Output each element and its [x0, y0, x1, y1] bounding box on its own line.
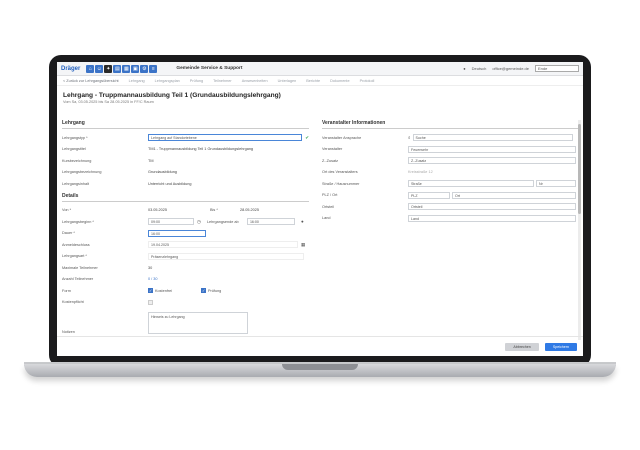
section-heading-lehrgang: Lehrgang [62, 120, 309, 129]
field-label: Lehrgangstyp * [62, 135, 88, 140]
footer-bar: Abbrechen Speichern [57, 336, 583, 356]
field-label: Ort des Veranstalters [322, 170, 358, 175]
section-heading-veranstalter: Veranstalter Informationen [322, 120, 579, 129]
training-icon[interactable]: ✦ [104, 64, 113, 73]
nav-item[interactable]: Dokumente [330, 79, 349, 83]
lehrgangsart-select[interactable]: Präsenzlehrgang [148, 252, 304, 260]
field-label: Dauer * [62, 231, 75, 236]
logo: Dräger [61, 65, 81, 72]
field-value: TM1 - Truppmannausbildung Teil 1 Grundau… [148, 147, 254, 152]
folder-icon[interactable]: ▤ [113, 64, 122, 73]
beginn-time-input[interactable]: 09:00 [148, 218, 194, 226]
left-column: Lehrgang Lehrgangstyp * Lehrgang auf Sta… [62, 120, 309, 334]
von-date[interactable]: 03.05.2025 [148, 208, 210, 212]
right-column: Veranstalter Informationen Veranstalter … [322, 120, 579, 224]
top-bar: Dräger ⌂ ☺ ✦ ▤ ▦ ▣ ⚙ ≡ Gemeinde Service … [57, 62, 583, 76]
field-label: Von * [62, 208, 72, 213]
field-label: Kursbezeichnung [62, 158, 92, 163]
hausnummer-input[interactable]: Nr [536, 180, 576, 188]
checkbox-label: Kostenfrei [155, 288, 173, 293]
user-email: office@gemeinde.de [492, 66, 529, 71]
document-icon[interactable]: ▦ [122, 64, 131, 73]
nav-item[interactable]: Teilnehmer [213, 79, 232, 83]
field-label: Maximale Teilnehmer [62, 265, 98, 270]
anmeldeschluss-input[interactable]: 19.04.2025 [148, 241, 298, 249]
back-link[interactable]: < Zurück zur Lehrgangsübersicht [63, 79, 119, 83]
nav-item[interactable]: Lehrgang [129, 79, 145, 83]
lehrgangstyp-select[interactable]: Lehrgang auf Standortebene [148, 134, 303, 142]
dauer-input[interactable]: 16:00 [148, 229, 206, 237]
sub-navigation: < Zurück zur Lehrgangsübersicht Lehrgang… [57, 76, 583, 86]
page-subtitle: Vom Sa, 03.05.2025 bis Sa 28.05.2025 in … [63, 100, 154, 104]
nav-item[interactable]: Lehrgangsplan [155, 79, 180, 83]
field-label: Kostenpflicht [62, 300, 84, 305]
user-icon[interactable]: ● [463, 66, 465, 71]
save-button[interactable]: Speichern [544, 342, 577, 351]
nav-item[interactable]: Unterlagen [278, 79, 297, 83]
home-icon[interactable]: ⌂ [86, 64, 95, 73]
veranstalter-search-input[interactable]: Suche [412, 134, 573, 142]
field-label: PLZ / Ort [322, 193, 338, 198]
field-label: Anmeldeschluss [62, 242, 90, 247]
field-label: Notizen [62, 330, 75, 334]
field-label: Ortsteil [322, 204, 335, 209]
kostenpflicht-checkbox[interactable] [148, 299, 153, 305]
nav-item[interactable]: Prüfung [190, 79, 203, 83]
field-value: Unterricht und Ausbildung [148, 181, 192, 186]
nav-item[interactable]: Protokoll [360, 79, 375, 83]
menu-icon[interactable]: ≡ [149, 64, 158, 73]
laptop-notch [282, 364, 358, 370]
language-select[interactable]: Ende [535, 65, 579, 72]
land-input[interactable]: Land [408, 214, 576, 222]
nav-item[interactable]: Anwesenheiten [242, 79, 268, 83]
settings-icon[interactable]: ⚙ [140, 64, 149, 73]
kostenfrei-checkbox[interactable]: ✓ [148, 288, 153, 294]
field-label: Lehrgangstitel [62, 147, 86, 152]
veranstalter-input[interactable]: Feuerwehr [408, 145, 576, 153]
check-icon: ✔ [305, 134, 309, 140]
plz-input[interactable]: PLZ [408, 191, 450, 199]
language-label: Deutsch [471, 66, 487, 71]
people-icon[interactable]: ☺ [95, 64, 104, 73]
field-label: Z.-Zusatz [322, 158, 339, 163]
field-label: Lehrgangsart * [62, 254, 87, 259]
field-label: Veranstalter Ansprache [322, 135, 362, 140]
zusatz-input[interactable]: Z.-Zusatz [408, 157, 576, 165]
field-label: Anzahl Teilnehmer [62, 277, 94, 282]
bis-date[interactable]: 28.05.2025 [240, 208, 259, 212]
app-screen: Dräger ⌂ ☺ ✦ ▤ ▦ ▣ ⚙ ≡ Gemeinde Service … [57, 62, 583, 356]
field-label: Veranstalter [322, 147, 343, 152]
anzahl-teilnehmer-value: 0 / 30 [148, 277, 158, 282]
max-teilnehmer-value[interactable]: 30 [148, 266, 152, 270]
strasse-input[interactable]: Straße [408, 180, 534, 188]
app-title: Gemeinde Service & Support [176, 66, 243, 71]
field-label: Lehrgangsbezeichnung [62, 170, 102, 175]
field-value: TM [148, 158, 154, 163]
checkbox-label: Prüfung [208, 288, 222, 293]
info-icon[interactable]: ● [301, 219, 304, 224]
scrollbar-thumb[interactable] [578, 124, 581, 214]
ort-veranstalter-value[interactable]: Kreisstraße 12 [408, 170, 433, 174]
ende-time-input[interactable]: 16:00 [246, 218, 295, 226]
calendar-icon[interactable]: ▦ [301, 242, 305, 248]
ortsteil-input[interactable]: Ortsteil [408, 203, 576, 211]
field-label: Bis * [210, 208, 218, 213]
field-value: Grundausbildung [148, 170, 177, 175]
nav-item[interactable]: Berichte [306, 79, 320, 83]
notizen-textarea[interactable]: Hinweis zu Lehrgang [148, 312, 248, 334]
ort-input[interactable]: Ort [452, 191, 576, 199]
field-label: Lehrgangsinhalt [62, 181, 90, 186]
field-label: Lehrgangsende ab [206, 219, 239, 224]
pruefung-checkbox[interactable]: ✓ [201, 288, 206, 294]
section-heading-details: Details [62, 193, 309, 202]
field-label: Land [322, 216, 331, 221]
clock-icon[interactable]: ◷ [197, 219, 201, 225]
field-label: Straße / Hausnummer [322, 181, 360, 186]
search-icon: ⌕ [408, 135, 411, 141]
calendar-icon[interactable]: ▣ [131, 64, 140, 73]
field-label: Lehrgangsbeginn * [62, 219, 94, 224]
cancel-button[interactable]: Abbrechen [505, 342, 539, 351]
field-label: Form [62, 288, 71, 293]
page-title: Lehrgang - Truppmannausbildung Teil 1 (G… [63, 92, 281, 99]
